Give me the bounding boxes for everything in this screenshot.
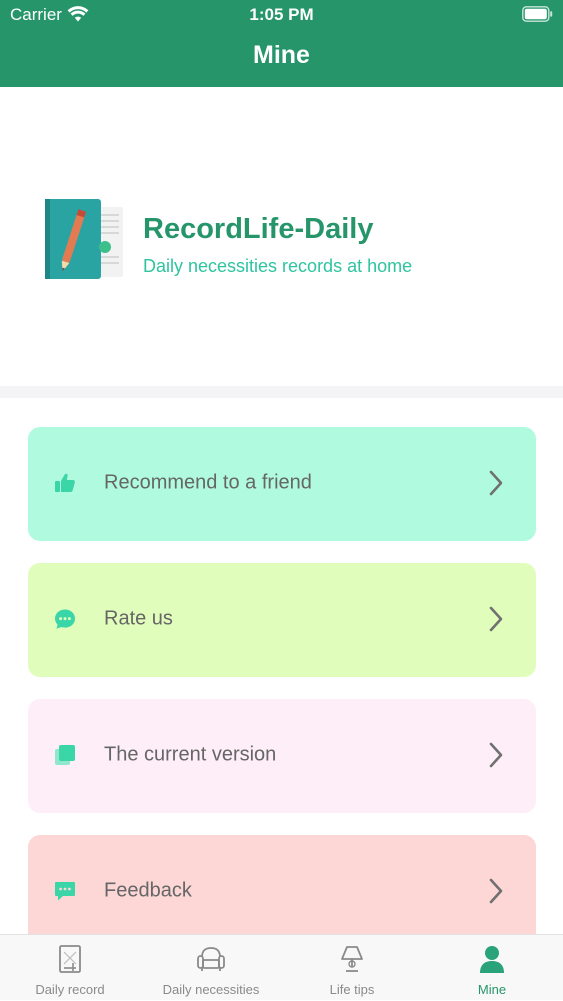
recommend-label: Recommend to a friend [104,471,312,494]
chevron-right-icon [489,742,503,768]
lamp-icon [341,946,363,972]
page-title: Mine [253,41,310,69]
rate-us-button[interactable]: Rate us [28,563,536,677]
recommend-button[interactable]: Recommend to a friend [28,427,536,541]
app-logo-icon [45,199,123,279]
current-version-label: The current version [104,743,277,766]
app-tagline: Daily necessities records at home [143,256,413,276]
person-icon [480,946,504,973]
current-version-button[interactable]: The current version [28,699,536,813]
clipboard-icon [59,945,81,973]
chevron-right-icon [489,878,503,904]
app-info-section: RecordLife-Daily Daily necessities recor… [0,87,563,386]
status-time: 1:05 PM [249,5,314,24]
thumbs-up-icon [55,473,75,492]
battery-icon [522,6,553,22]
feedback-button[interactable]: Feedback [28,835,536,949]
chat-bubble-icon [55,609,75,629]
chevron-right-icon [489,470,503,496]
tab-daily-record[interactable]: Daily record [0,935,140,1001]
feedback-label: Feedback [104,879,192,902]
header: Carrier 1:05 PM Mine [0,0,563,87]
tab-mine-label: Mine [477,982,507,997]
tab-daily-necessities-label: Daily necessities [162,982,260,997]
status-bar: Carrier 1:05 PM [0,0,563,30]
copy-icon [55,745,75,765]
tab-daily-necessities[interactable]: Daily necessities [141,935,281,1001]
app-name: RecordLife-Daily [143,213,374,245]
tab-life-tips-label: Life tips [329,982,375,997]
section-divider [0,386,563,398]
tab-life-tips[interactable]: Life tips [282,935,422,1001]
chevron-right-icon [489,606,503,632]
tab-daily-record-label: Daily record [35,982,105,997]
sofa-icon [197,947,225,971]
tab-bar: Daily record Daily necessities Life tips… [0,934,563,1000]
rate-us-label: Rate us [104,607,173,630]
message-icon [55,882,75,901]
tab-mine[interactable]: Mine [422,935,562,1001]
